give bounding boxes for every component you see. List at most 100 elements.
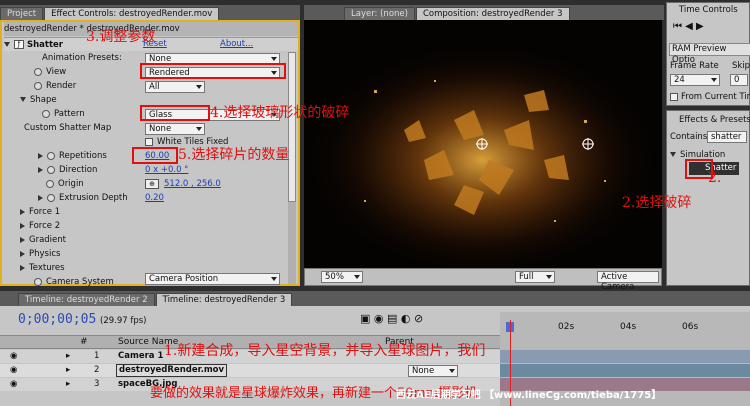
layer-name[interactable]: destroyedRender.mov	[116, 364, 228, 377]
prop-pattern: Pattern	[42, 107, 85, 121]
time-controls-panel: Time Controls ⏮ ◀ ▶ RAM Preview Optio Fr…	[666, 2, 750, 106]
dropdown-arrow-icon	[271, 57, 277, 61]
ruler-tick: 04s	[620, 322, 637, 332]
tab-timeline-2[interactable]: Timeline: destroyedRender 2	[18, 293, 155, 306]
prop-extrusion: Extrusion Depth	[38, 191, 128, 205]
eye-icon[interactable]: ◉	[10, 378, 17, 391]
skip-label: Skip	[732, 61, 750, 71]
expand-triangle-icon[interactable]	[4, 42, 10, 47]
expand-triangle-icon[interactable]	[670, 152, 676, 157]
group-gradient[interactable]: Gradient	[20, 233, 66, 247]
zoom-dropdown[interactable]: 50%	[321, 271, 363, 283]
about-link[interactable]: About...	[220, 37, 253, 51]
viewer-tabbar: Layer: (none) Composition: destroyedRend…	[304, 5, 664, 20]
camera-system-value: Camera Position	[149, 274, 219, 284]
fx-toggle-icon[interactable]: ƒ	[14, 40, 24, 49]
custom-map-dropdown[interactable]: None	[145, 123, 205, 135]
eye-icon[interactable]: ◉	[10, 350, 17, 363]
eye-icon[interactable]: ◉	[10, 364, 17, 377]
group-physics[interactable]: Physics	[20, 247, 60, 261]
stopwatch-icon[interactable]	[47, 193, 55, 202]
extrusion-value[interactable]: 0.20	[145, 191, 164, 205]
current-timecode[interactable]: 0;00;00;05	[18, 312, 96, 327]
table-row[interactable]: ◉ ▸ 2 destroyedRender.mov None	[0, 364, 500, 377]
parent-value: None	[412, 366, 435, 376]
stopwatch-icon[interactable]	[47, 151, 55, 160]
layer-num: 1	[94, 351, 100, 361]
group-force2[interactable]: Force 2	[20, 219, 60, 233]
viewer-toolbar: 50% Full Active Camera	[304, 268, 662, 292]
playback-buttons[interactable]: ⏮ ◀ ▶	[673, 21, 704, 32]
prop-custom-map: Custom Shatter Map	[24, 123, 112, 133]
stopwatch-icon[interactable]	[34, 67, 42, 76]
contains-input[interactable]: shatter	[707, 131, 747, 143]
expand-triangle-icon[interactable]	[20, 236, 25, 243]
group-textures[interactable]: Textures	[20, 261, 65, 275]
ec-scrollbar-thumb[interactable]	[288, 52, 296, 202]
stopwatch-icon[interactable]	[34, 81, 42, 90]
ram-preview-options[interactable]: RAM Preview Optio	[669, 43, 750, 65]
group-shape[interactable]: Shape	[20, 93, 57, 107]
expand-triangle-icon[interactable]	[20, 222, 25, 229]
tab-composition[interactable]: Composition: destroyedRender 3	[415, 7, 570, 20]
prop-render: Render	[34, 79, 76, 93]
layer-bar[interactable]	[500, 350, 750, 363]
render-dropdown[interactable]: All	[145, 81, 205, 93]
stopwatch-icon[interactable]	[42, 109, 50, 118]
quality-dropdown[interactable]: Full	[515, 271, 555, 283]
expand-triangle-icon[interactable]	[38, 194, 43, 201]
dropdown-arrow-icon	[546, 275, 552, 279]
stopwatch-icon[interactable]	[47, 165, 55, 174]
prop-direction: Direction	[38, 163, 97, 177]
from-current-checkbox[interactable]	[670, 92, 678, 101]
direction-value[interactable]: 0 x +0.0 °	[145, 163, 188, 177]
layer-bar[interactable]	[500, 364, 750, 377]
stopwatch-icon[interactable]	[46, 179, 54, 188]
expand-triangle-icon[interactable]	[20, 264, 25, 271]
expand-triangle-icon[interactable]	[20, 208, 25, 215]
ruler-tick: 02s	[558, 322, 575, 332]
annotation-5: 5.选择碎片的数量	[178, 147, 290, 163]
camera-value: Active Camera	[601, 272, 635, 292]
group-force1[interactable]: Force 1	[20, 205, 60, 219]
camera-dropdown[interactable]: Active Camera	[597, 271, 659, 292]
frame-rate-value: 24	[674, 75, 685, 85]
ec-scrollbar[interactable]	[288, 52, 296, 284]
zoom-value: 50%	[325, 272, 344, 282]
prop-view-label: View	[46, 67, 67, 77]
layer-triangle-icon[interactable]: ▸	[66, 364, 70, 377]
frame-rate-dropdown[interactable]: 24	[670, 74, 720, 86]
dropdown-arrow-icon	[354, 275, 360, 279]
group-shape-label: Shape	[30, 95, 57, 105]
camera-system-dropdown[interactable]: Camera Position	[145, 273, 280, 285]
stopwatch-icon[interactable]	[34, 277, 42, 286]
group-force1-label: Force 1	[29, 207, 61, 217]
timeline-switches-icon[interactable]: ▣ ◉ ▤ ◐ ⊘	[360, 312, 423, 325]
layer-triangle-icon[interactable]: ▸	[66, 350, 70, 363]
group-textures-label: Textures	[29, 263, 65, 273]
ruler-tick: 06s	[682, 322, 699, 332]
layer-name[interactable]: Camera 1	[118, 350, 163, 363]
prop-origin-label: Origin	[58, 179, 84, 189]
white-tiles-checkbox[interactable]	[145, 137, 153, 146]
origin-value[interactable]: 512.0 , 256.0	[164, 177, 221, 191]
composition-viewer[interactable]	[304, 20, 662, 268]
from-current-label: From Current Tim	[681, 92, 750, 102]
parent-dropdown[interactable]: None	[408, 365, 458, 377]
expand-triangle-icon[interactable]	[38, 166, 43, 173]
contains-label: Contains:	[670, 132, 711, 142]
group-gradient-label: Gradient	[29, 235, 66, 245]
dropdown-arrow-icon	[711, 78, 717, 82]
tab-layer[interactable]: Layer: (none)	[344, 7, 415, 20]
tab-timeline-3[interactable]: Timeline: destroyedRender 3	[155, 293, 293, 306]
expand-triangle-icon[interactable]	[20, 97, 26, 102]
prop-repetitions: Repetitions	[38, 149, 107, 163]
expand-triangle-icon[interactable]	[20, 250, 25, 257]
crosshair-icon[interactable]: ⊕	[145, 179, 159, 189]
annotation-4: 4.选择玻璃形状的破碎	[210, 105, 350, 121]
skip-input[interactable]: 0	[730, 74, 748, 86]
tab-effect-controls[interactable]: Effect Controls: destroyedRender.mov	[44, 7, 220, 20]
layer-triangle-icon[interactable]: ▸	[66, 378, 70, 391]
tab-project[interactable]: Project	[0, 7, 44, 20]
expand-triangle-icon[interactable]	[38, 152, 43, 159]
